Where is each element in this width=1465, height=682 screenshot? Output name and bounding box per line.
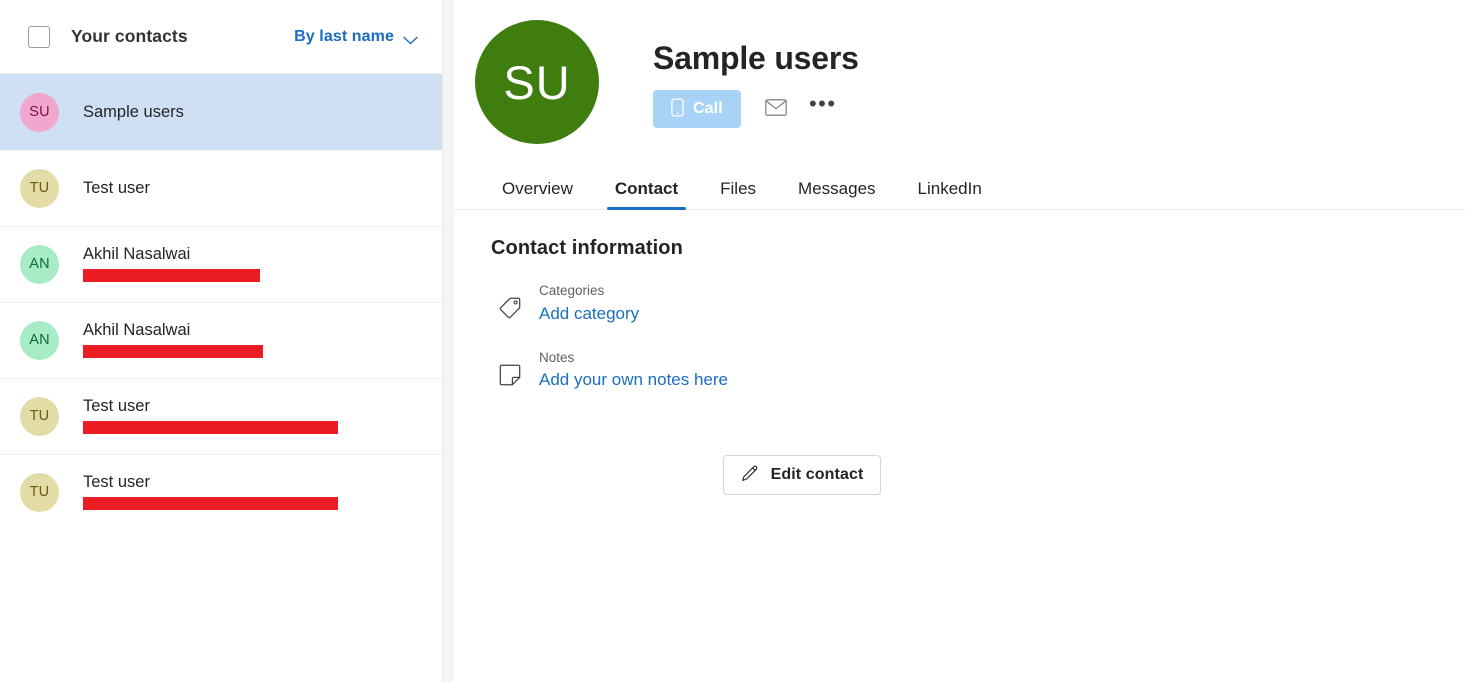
profile-info: Sample users Call ••• — [653, 20, 859, 144]
profile-avatar: SU — [475, 20, 599, 144]
contact-body: Contact information Categories Add categ… — [454, 210, 1465, 496]
select-all-checkbox[interactable] — [28, 25, 50, 48]
avatar: AN — [20, 320, 59, 360]
info-item-notes: Notes Add your own notes here — [491, 349, 1465, 394]
redaction-bar — [83, 421, 338, 435]
note-icon — [491, 349, 529, 394]
contact-name: Sample users — [83, 102, 184, 121]
avatar: SU — [20, 92, 59, 132]
more-options-button[interactable]: ••• — [803, 90, 843, 128]
sidebar-header: Your contacts By last name — [0, 0, 442, 74]
add-category-link[interactable]: Add category — [539, 302, 639, 327]
avatar-initials: TU — [29, 180, 50, 196]
contact-name: Test user — [83, 178, 150, 197]
avatar: AN — [20, 244, 59, 284]
contact-list-item-text: Akhil Nasalwai — [83, 320, 426, 361]
redaction-bar — [83, 497, 338, 511]
avatar-initials: TU — [29, 484, 50, 500]
avatar: TU — [20, 472, 59, 512]
notes-label: Notes — [539, 349, 575, 365]
contact-subtitle-wrapper — [83, 493, 426, 512]
contact-list-item-text: Test user — [83, 178, 426, 199]
tab-overview[interactable]: Overview — [491, 179, 584, 210]
contacts-app: Your contacts By last name SU Sample user… — [0, 0, 1465, 682]
redaction-bar — [83, 269, 260, 283]
profile-avatar-initials: SU — [503, 55, 571, 109]
panel-gutter — [443, 0, 454, 682]
categories-label: Categories — [539, 283, 605, 298]
avatar: TU — [20, 168, 59, 208]
info-text-categories: Categories Add category — [539, 282, 639, 327]
chevron-down-icon — [403, 32, 418, 45]
contact-list-item[interactable]: AN Akhil Nasalwai — [0, 226, 442, 302]
profile-action-row: Call ••• — [653, 89, 859, 128]
add-notes-link[interactable]: Add your own notes here — [539, 368, 728, 393]
edit-contact-label: Edit contact — [770, 466, 864, 484]
contact-list-item-text: Test user — [83, 396, 426, 437]
contact-name: Akhil Nasalwai — [83, 320, 191, 339]
contact-detail-panel: SU Sample users Call ••• Overview Contac… — [454, 0, 1465, 682]
call-button[interactable]: Call — [653, 89, 741, 128]
contact-subtitle-wrapper — [83, 265, 426, 284]
sort-dropdown-label: By last name — [294, 27, 394, 45]
contact-list-item[interactable]: TU Test user — [0, 454, 442, 530]
tab-linkedin[interactable]: LinkedIn — [907, 179, 993, 210]
avatar-initials: AN — [29, 332, 50, 348]
contact-list-item[interactable]: TU Test user — [0, 150, 442, 226]
contact-list-item[interactable]: AN Akhil Nasalwai — [0, 302, 442, 378]
contact-list-item[interactable]: SU Sample users — [0, 74, 442, 150]
avatar-initials: AN — [29, 256, 50, 272]
avatar: TU — [20, 396, 59, 436]
tag-icon — [491, 282, 529, 327]
contact-list-item[interactable]: TU Test user — [0, 378, 442, 454]
contact-list: SU Sample users TU Test user AN Akhil Nasalwa… — [0, 74, 442, 682]
contact-tabs: Overview Contact Files Messages LinkedIn — [454, 166, 1465, 210]
contact-name: Akhil Nasalwai — [83, 244, 191, 263]
sort-dropdown[interactable]: By last name — [294, 28, 418, 46]
avatar-initials: TU — [29, 408, 50, 424]
contact-subtitle-wrapper — [83, 417, 426, 436]
pencil-icon — [741, 465, 759, 486]
contact-name: Test user — [83, 396, 150, 415]
profile-header: SU Sample users Call ••• — [454, 0, 1465, 144]
avatar-initials: SU — [29, 104, 50, 120]
tab-messages[interactable]: Messages — [787, 179, 886, 210]
section-title: Contact information — [491, 237, 683, 259]
mobile-phone-icon — [671, 98, 684, 120]
info-item-categories: Categories Add category — [491, 282, 1465, 327]
email-button[interactable] — [755, 90, 797, 128]
contact-list-item-text: Sample users — [83, 102, 426, 123]
contact-list-item-text: Akhil Nasalwai — [83, 244, 426, 285]
envelope-icon — [764, 98, 787, 119]
your-contacts-title: Your contacts — [71, 26, 188, 46]
call-button-label: Call — [693, 99, 723, 117]
edit-contact-button[interactable]: Edit contact — [722, 455, 882, 496]
contacts-sidebar: Your contacts By last name SU Sample user… — [0, 0, 443, 682]
page-title: Sample users — [653, 40, 859, 76]
redaction-bar — [83, 345, 263, 359]
edit-contact-wrapper: Edit contact — [491, 455, 1465, 496]
contact-list-item-text: Test user — [83, 472, 426, 513]
info-text-notes: Notes Add your own notes here — [539, 349, 728, 394]
tab-files[interactable]: Files — [709, 179, 767, 210]
contact-subtitle-wrapper — [83, 341, 426, 360]
tab-contact[interactable]: Contact — [604, 179, 689, 210]
contact-name: Test user — [83, 472, 150, 491]
